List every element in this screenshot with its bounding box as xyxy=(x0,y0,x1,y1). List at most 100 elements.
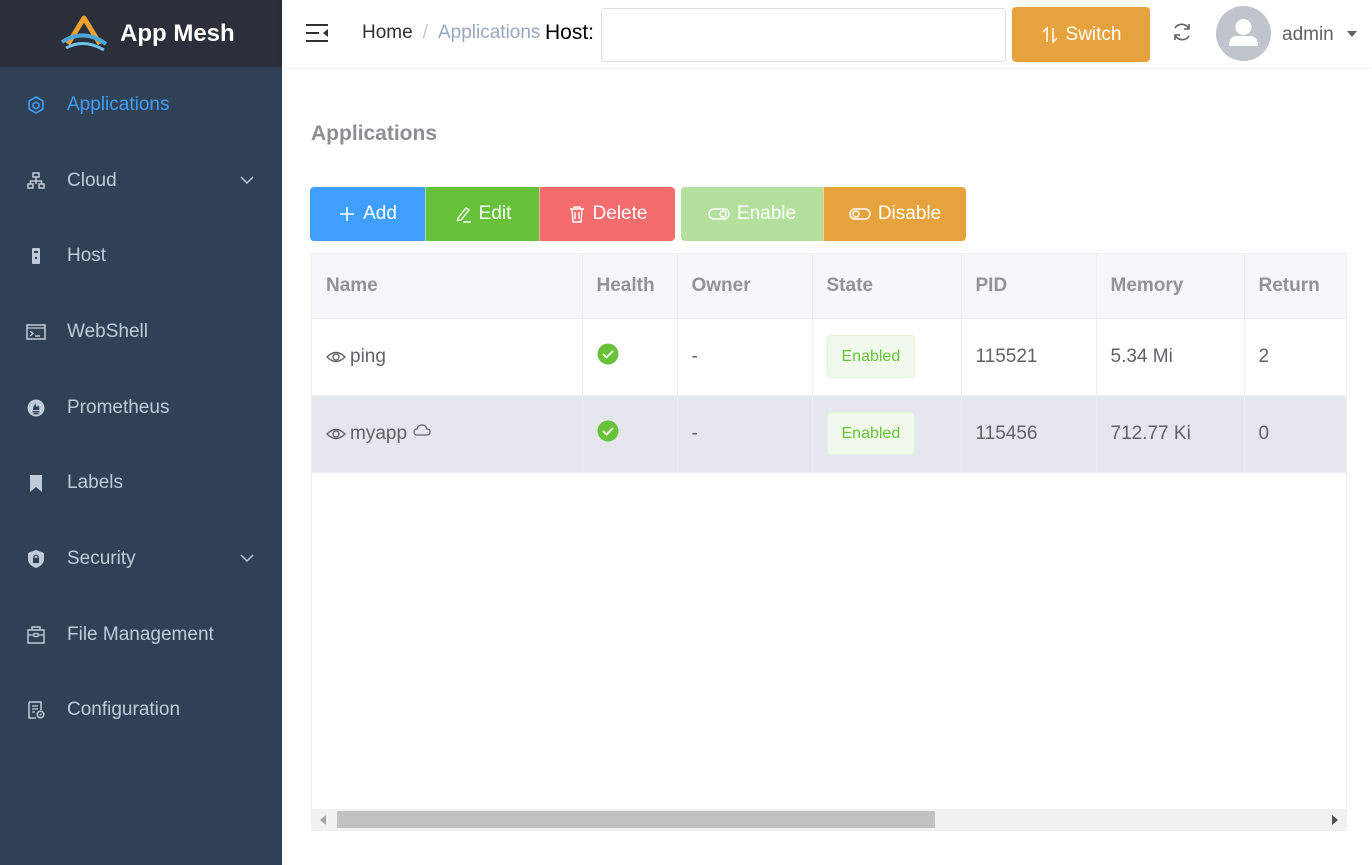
sidebar-item-file-management[interactable]: File Management xyxy=(0,597,282,673)
toggle-off-icon xyxy=(849,208,871,220)
table-row[interactable]: myapp - Enabled 115456 712.77 Ki 0 xyxy=(312,395,1346,473)
caret-down-icon[interactable] xyxy=(1347,31,1357,37)
delete-button-label: Delete xyxy=(592,203,648,224)
eye-icon[interactable] xyxy=(326,347,346,367)
sidebar-item-prometheus[interactable]: Prometheus xyxy=(0,370,282,446)
file-management-icon xyxy=(26,625,46,645)
cloud-network-icon xyxy=(26,171,46,191)
chevron-down-icon xyxy=(240,554,254,563)
sidebar-item-label: Host xyxy=(67,245,107,267)
state-badge: Enabled xyxy=(826,412,916,455)
owner-cell: - xyxy=(677,395,813,473)
delete-button[interactable]: Delete xyxy=(539,187,675,241)
hamburger-menu-icon[interactable] xyxy=(304,20,330,46)
sidebar-item-cloud[interactable]: Cloud xyxy=(0,143,282,219)
breadcrumb-current: Applications xyxy=(437,22,541,43)
column-header-owner[interactable]: Owner xyxy=(677,254,813,319)
app-name: myapp xyxy=(350,422,408,444)
sidebar: App Mesh Applications Cloud Host WebShel… xyxy=(0,0,282,865)
sidebar-item-label: File Management xyxy=(67,623,214,645)
action-toolbar: Add Edit Delete Enable Disable xyxy=(310,187,966,241)
sidebar-item-configuration[interactable]: Configuration xyxy=(0,673,282,749)
sidebar-item-webshell[interactable]: WebShell xyxy=(0,294,282,370)
name-cell[interactable]: myapp xyxy=(312,395,583,473)
column-header-memory[interactable]: Memory xyxy=(1096,254,1245,319)
host-input[interactable] xyxy=(601,8,1006,62)
health-ok-icon xyxy=(597,420,618,441)
user-avatar-icon xyxy=(1229,19,1258,46)
cloud-icon xyxy=(413,423,431,436)
eye-icon[interactable] xyxy=(326,424,346,444)
enable-button[interactable]: Enable xyxy=(681,187,823,241)
table-header-row: Name Health Owner State PID Memory Retur… xyxy=(312,254,1346,319)
column-header-name[interactable]: Name xyxy=(312,254,583,319)
app-name: ping xyxy=(350,345,386,367)
sidebar-item-label: Cloud xyxy=(67,169,117,191)
refresh-icon[interactable] xyxy=(1170,20,1194,44)
state-cell: Enabled xyxy=(812,395,962,473)
sidebar-item-labels[interactable]: Labels xyxy=(0,445,282,521)
app-mesh-logo-icon xyxy=(60,15,108,51)
disable-button[interactable]: Disable xyxy=(823,187,966,241)
user-name[interactable]: admin xyxy=(1282,24,1334,46)
logo[interactable]: App Mesh xyxy=(0,0,282,67)
top-navbar: Home / Applications Host: Switch admin xyxy=(282,0,1372,67)
bookmark-icon xyxy=(26,473,46,493)
scroll-right-arrow-icon[interactable] xyxy=(1332,815,1338,825)
column-header-pid[interactable]: PID xyxy=(961,254,1097,319)
pid-cell: 115521 xyxy=(961,318,1097,396)
sidebar-item-label: Applications xyxy=(67,93,170,115)
shield-icon xyxy=(26,549,46,569)
column-header-return[interactable]: Return xyxy=(1244,254,1346,319)
memory-cell: 712.77 Ki xyxy=(1096,395,1245,473)
disable-button-label: Disable xyxy=(877,203,942,224)
switch-arrows-icon xyxy=(1041,25,1058,44)
add-button-label: Add xyxy=(363,203,397,224)
sidebar-item-security[interactable]: Security xyxy=(0,521,282,597)
column-header-health[interactable]: Health xyxy=(582,254,678,319)
switch-button[interactable]: Switch xyxy=(1012,7,1150,62)
host-icon xyxy=(26,246,46,266)
health-ok-icon xyxy=(597,343,618,364)
name-cell[interactable]: ping xyxy=(312,318,583,396)
return-cell: 2 xyxy=(1244,318,1346,396)
plus-icon xyxy=(340,207,355,221)
state-cell: Enabled xyxy=(812,318,962,396)
column-header-state[interactable]: State xyxy=(812,254,962,319)
owner-cell: - xyxy=(677,318,813,396)
page-title: Applications xyxy=(311,122,438,145)
configuration-icon xyxy=(26,700,46,720)
add-button[interactable]: Add xyxy=(310,187,425,241)
horizontal-scrollbar[interactable] xyxy=(311,809,1347,830)
toggle-on-icon xyxy=(708,208,730,220)
app-title: App Mesh xyxy=(120,19,235,47)
trash-icon xyxy=(569,206,584,223)
breadcrumb-separator: / xyxy=(422,22,428,43)
host-label: Host: xyxy=(545,21,595,44)
applications-icon xyxy=(26,95,46,115)
breadcrumb: Home / Applications xyxy=(362,22,540,44)
memory-cell: 5.34 Mi xyxy=(1096,318,1245,396)
avatar[interactable] xyxy=(1216,6,1271,61)
sidebar-item-label: Configuration xyxy=(67,699,181,721)
sidebar-item-label: Labels xyxy=(67,472,123,494)
pid-cell: 115456 xyxy=(961,395,1097,473)
sidebar-item-label: WebShell xyxy=(67,320,148,342)
sidebar-item-host[interactable]: Host xyxy=(0,218,282,294)
health-cell xyxy=(582,318,678,396)
table-row[interactable]: ping - Enabled 115521 5.34 Mi 2 xyxy=(312,318,1346,396)
sidebar-item-applications[interactable]: Applications xyxy=(0,67,282,143)
prometheus-icon xyxy=(26,398,46,418)
scrollbar-thumb[interactable] xyxy=(337,811,935,828)
state-badge: Enabled xyxy=(826,335,916,378)
sidebar-item-label: Security xyxy=(67,547,136,569)
edit-button[interactable]: Edit xyxy=(425,187,539,241)
switch-button-label: Switch xyxy=(1065,23,1122,45)
breadcrumb-home[interactable]: Home xyxy=(362,22,413,44)
scroll-left-arrow-icon[interactable] xyxy=(320,815,326,825)
sidebar-item-label: Prometheus xyxy=(67,396,170,418)
sidebar-menu: Applications Cloud Host WebShell Prometh… xyxy=(0,67,282,748)
health-cell xyxy=(582,395,678,473)
enable-button-label: Enable xyxy=(736,203,797,224)
edit-button-label: Edit xyxy=(478,203,512,224)
